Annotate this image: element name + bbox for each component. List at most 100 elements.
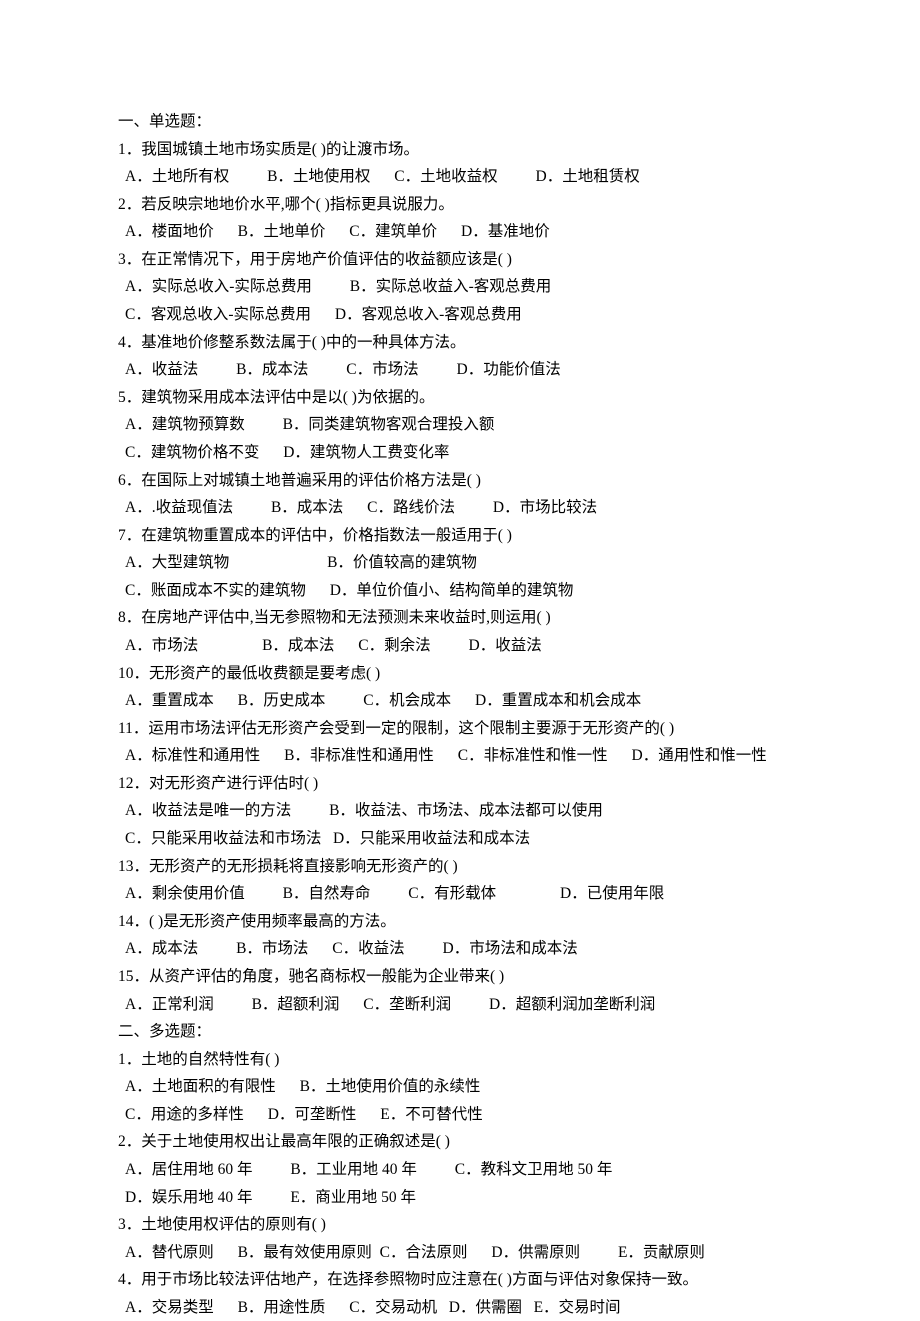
q14-options: A．成本法 B．市场法 C．收益法 D．市场法和成本法 <box>118 935 802 963</box>
q15-stem: 15．从资产评估的角度，驰名商标权一般能为企业带来( ) <box>118 963 802 991</box>
q12-stem: 12．对无形资产进行评估时( ) <box>118 770 802 798</box>
m4-options: A．交易类型 B．用途性质 C．交易动机 D．供需圈 E．交易时间 <box>118 1294 802 1321</box>
q12-options-1: A．收益法是唯一的方法 B．收益法、市场法、成本法都可以使用 <box>118 797 802 825</box>
q13-options: A．剩余使用价值 B．自然寿命 C．有形载体 D．已使用年限 <box>118 880 802 908</box>
q4-options: A．收益法 B．成本法 C．市场法 D．功能价值法 <box>118 356 802 384</box>
q10-c: C．机会成本 <box>363 692 451 709</box>
m3-stem: 3．土地使用权评估的原则有( ) <box>118 1211 802 1239</box>
q4-stem: 4．基准地价修整系数法属于( )中的一种具体方法。 <box>118 329 802 357</box>
q10-stem: 10．无形资产的最低收费额是要考虑( ) <box>118 660 802 688</box>
m2-e: E．商业用地 50 年 <box>290 1189 416 1206</box>
q4-b: B．成本法 <box>236 361 308 378</box>
m2-options-1: A．居住用地 60 年 B．工业用地 40 年 C．教科文卫用地 50 年 <box>118 1156 802 1184</box>
q7-stem: 7．在建筑物重置成本的评估中，价格指数法一般适用于( ) <box>118 522 802 550</box>
q10-b: B．历史成本 <box>238 692 326 709</box>
q8-b: B．成本法 <box>262 637 334 654</box>
q13-a: A．剩余使用价值 <box>125 885 245 902</box>
q3-options-2: C．客观总收入-实际总费用 D．客观总收入-客观总费用 <box>118 301 802 329</box>
q4-a: A．收益法 <box>125 361 198 378</box>
q6-c: C．路线价法 <box>367 499 455 516</box>
m2-options-2: D．娱乐用地 40 年 E．商业用地 50 年 <box>118 1184 802 1212</box>
m1-c: C．用途的多样性 <box>125 1106 244 1123</box>
section-heading-multi: 二、多选题： <box>118 1018 802 1046</box>
m2-d: D．娱乐用地 40 年 <box>125 1189 252 1206</box>
q1-options: A．土地所有权 B．土地使用权 C．土地收益权 D．土地租赁权 <box>118 163 802 191</box>
q14-a: A．成本法 <box>125 940 198 957</box>
m1-b: B．土地使用价值的永续性 <box>300 1078 481 1095</box>
m1-a: A．土地面积的有限性 <box>125 1078 276 1095</box>
q1-c: C．土地收益权 <box>394 168 497 185</box>
q7-options-2: C．账面成本不实的建筑物 D．单位价值小、结构简单的建筑物 <box>118 577 802 605</box>
q13-stem: 13．无形资产的无形损耗将直接影响无形资产的( ) <box>118 853 802 881</box>
q7-b: B．价值较高的建筑物 <box>327 554 477 571</box>
q5-b: B．同类建筑物客观合理投入额 <box>283 416 495 433</box>
q12-b: B．收益法、市场法、成本法都可以使用 <box>329 802 603 819</box>
q15-d: D．超额利润加垄断利润 <box>489 996 655 1013</box>
q7-options-1: A．大型建筑物 B．价值较高的建筑物 <box>118 549 802 577</box>
q2-stem: 2．若反映宗地地价水平,哪个( )指标更具说服力。 <box>118 191 802 219</box>
q15-a: A．正常利润 <box>125 996 214 1013</box>
q1-b: B．土地使用权 <box>267 168 370 185</box>
q10-options: A．重置成本 B．历史成本 C．机会成本 D．重置成本和机会成本 <box>118 687 802 715</box>
q5-stem: 5．建筑物采用成本法评估中是以( )为依据的。 <box>118 384 802 412</box>
q12-a: A．收益法是唯一的方法 <box>125 802 291 819</box>
q11-options: A．标准性和通用性 B．非标准性和通用性 C．非标准性和惟一性 D．通用性和惟一… <box>118 742 802 770</box>
q10-d: D．重置成本和机会成本 <box>475 692 641 709</box>
q7-d: D．单位价值小、结构简单的建筑物 <box>330 582 574 599</box>
m4-c: C．交易动机 <box>349 1299 437 1316</box>
q7-c: C．账面成本不实的建筑物 <box>125 582 306 599</box>
q1-d: D．土地租赁权 <box>536 168 640 185</box>
m4-b: B．用途性质 <box>238 1299 326 1316</box>
q4-d: D．功能价值法 <box>457 361 561 378</box>
q8-d: D．收益法 <box>469 637 542 654</box>
m2-b: B．工业用地 40 年 <box>290 1161 417 1178</box>
m4-e: E．交易时间 <box>534 1299 621 1316</box>
q15-b: B．超额利润 <box>252 996 340 1013</box>
q8-options: A．市场法 B．成本法 C．剩余法 D．收益法 <box>118 632 802 660</box>
q11-stem: 11．运用市场法评估无形资产会受到一定的限制，这个限制主要源于无形资产的( ) <box>118 715 802 743</box>
m1-stem: 1．土地的自然特性有( ) <box>118 1046 802 1074</box>
m3-b: B．最有效使用原则 <box>238 1244 372 1261</box>
m2-stem: 2．关于土地使用权出让最高年限的正确叙述是( ) <box>118 1128 802 1156</box>
m2-c: C．教科文卫用地 50 年 <box>455 1161 613 1178</box>
q8-c: C．剩余法 <box>358 637 430 654</box>
q4-c: C．市场法 <box>346 361 418 378</box>
m4-d: D．供需圈 <box>449 1299 522 1316</box>
m1-options-1: A．土地面积的有限性 B．土地使用价值的永续性 <box>118 1073 802 1101</box>
q6-stem: 6．在国际上对城镇土地普遍采用的评估价格方法是( ) <box>118 467 802 495</box>
q3-stem: 3．在正常情况下，用于房地产价值评估的收益额应该是( ) <box>118 246 802 274</box>
m3-a: A．替代原则 <box>125 1244 214 1261</box>
q8-a: A．市场法 <box>125 637 198 654</box>
q11-b: B．非标准性和通用性 <box>284 747 434 764</box>
q13-b: B．自然寿命 <box>283 885 371 902</box>
q5-c: C．建筑物价格不变 <box>125 444 259 461</box>
exam-document: 一、单选题： 1．我国城镇土地市场实质是( )的让渡市场。 A．土地所有权 B．… <box>0 0 920 1321</box>
q13-c: C．有形载体 <box>408 885 496 902</box>
m2-a: A．居住用地 60 年 <box>125 1161 252 1178</box>
q7-a: A．大型建筑物 <box>125 554 229 571</box>
q3-a: A．实际总收入-实际总费用 <box>125 278 312 295</box>
q6-b: B．成本法 <box>271 499 343 516</box>
q1-stem: 1．我国城镇土地市场实质是( )的让渡市场。 <box>118 136 802 164</box>
q5-d: D．建筑物人工费变化率 <box>283 444 449 461</box>
m1-e: E．不可替代性 <box>380 1106 482 1123</box>
section-heading-single: 一、单选题： <box>118 108 802 136</box>
q12-options-2: C．只能采用收益法和市场法 D．只能采用收益法和成本法 <box>118 825 802 853</box>
q6-a: A．.收益现值法 <box>125 499 233 516</box>
m3-d: D．供需原则 <box>491 1244 580 1261</box>
q14-stem: 14．( )是无形资产使用频率最高的方法。 <box>118 908 802 936</box>
q5-a: A．建筑物预算数 <box>125 416 245 433</box>
m4-a: A．交易类型 <box>125 1299 214 1316</box>
m1-options-2: C．用途的多样性 D．可垄断性 E．不可替代性 <box>118 1101 802 1129</box>
m4-stem: 4．用于市场比较法评估地产，在选择参照物时应注意在( )方面与评估对象保持一致。 <box>118 1266 802 1294</box>
q8-stem: 8．在房地产评估中,当无参照物和无法预测未来收益时,则运用( ) <box>118 604 802 632</box>
q11-d: D．通用性和惟一性 <box>632 747 767 764</box>
q1-a: A．土地所有权 <box>125 168 229 185</box>
q11-c: C．非标准性和惟一性 <box>458 747 608 764</box>
q11-a: A．标准性和通用性 <box>125 747 260 764</box>
q2-options: A．楼面地价 B．土地单价 C．建筑单价 D．基准地价 <box>118 218 802 246</box>
q3-c: C．客观总收入-实际总费用 <box>125 306 311 323</box>
q12-d: D．只能采用收益法和成本法 <box>333 830 530 847</box>
m3-options: A．替代原则 B．最有效使用原则 C．合法原则 D．供需原则 E．贡献原则 <box>118 1239 802 1267</box>
q14-d: D．市场法和成本法 <box>443 940 578 957</box>
